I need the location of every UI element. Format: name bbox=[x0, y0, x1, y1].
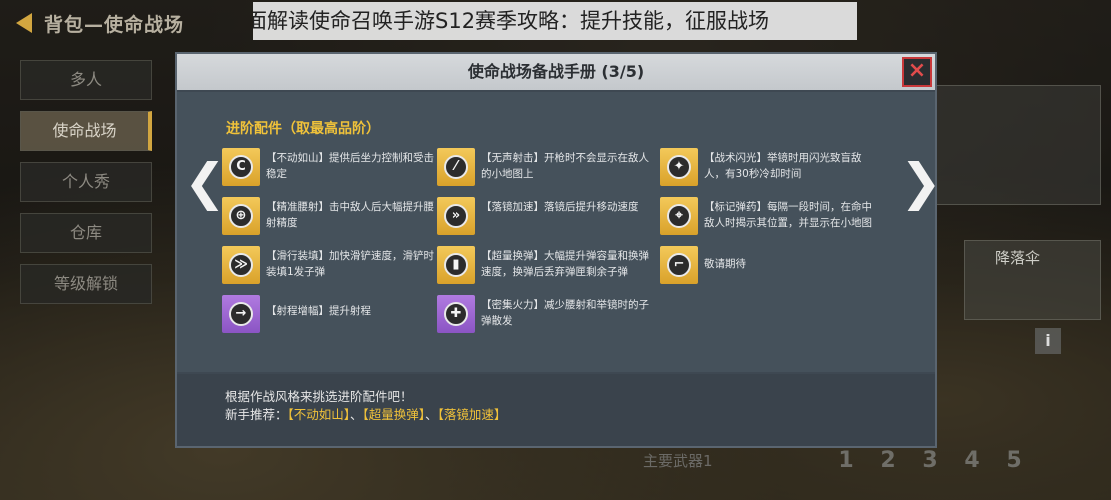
flash-icon: ✦ bbox=[660, 148, 698, 186]
headline-text: 全面解读使命召唤手游S12赛季攻略：提升技能，征服战场 bbox=[253, 9, 770, 33]
left-menu: 多人 使命战场 个人秀 仓库 等级解锁 bbox=[20, 60, 152, 315]
close-icon[interactable]: × bbox=[902, 57, 932, 87]
menu-item-battle-royale[interactable]: 使命战场 bbox=[20, 111, 152, 151]
lightning-disc-icon: C bbox=[222, 148, 260, 186]
parachute-card[interactable]: 降落伞 bbox=[964, 240, 1101, 320]
slot-label: 主要武器1 bbox=[643, 451, 713, 470]
modal-title: 使命战场备战手册 (3/5) bbox=[467, 62, 645, 81]
footer-tip: 根据作战风格来挑选进阶配件吧！ bbox=[225, 389, 413, 404]
attachment-item[interactable]: ▮ 【超量换弹】大幅提升弹容量和换弹速度，换弹后丢弃弹匣剩余子弹 bbox=[437, 246, 652, 286]
parachute-label: 降落伞 bbox=[995, 249, 1041, 267]
attachment-item[interactable]: C 【不动如山】提供后坐力控制和受击稳定 bbox=[222, 148, 437, 188]
menu-item-profile[interactable]: 个人秀 bbox=[20, 162, 152, 202]
rec-2: 【超量换弹】 bbox=[362, 407, 426, 422]
rec-1: 【不动如山】 bbox=[287, 407, 351, 422]
back-button[interactable]: 背包—使命战场 bbox=[14, 8, 184, 38]
attachment-item[interactable]: » 【落镜加速】落镜后提升移动速度 bbox=[437, 197, 652, 237]
rec-3: 【落镜加速】 bbox=[437, 407, 507, 422]
silencer-icon: ⁄ bbox=[437, 148, 475, 186]
dense-fire-icon: ✚ bbox=[437, 295, 475, 333]
speed-icon: » bbox=[437, 197, 475, 235]
next-page-icon[interactable]: ❯ bbox=[900, 156, 942, 216]
attachment-text: 【落镜加速】落镜后提升移动速度 bbox=[481, 201, 639, 213]
attachment-text: 【战术闪光】举镜时用闪光致盲敌人，有30秒冷却时间 bbox=[704, 152, 862, 180]
sep-2: 、 bbox=[425, 407, 438, 422]
prev-page-icon[interactable]: ❮ bbox=[184, 156, 226, 216]
attachment-text: 【无声射击】开枪时不会显示在敌人的小地图上 bbox=[481, 152, 649, 180]
attachment-text: 【射程增幅】提升射程 bbox=[266, 305, 371, 317]
crosshair-icon: ⊕ bbox=[222, 197, 260, 235]
marker-ammo-icon: ⌖ bbox=[660, 197, 698, 235]
attachment-text: 【滑行装填】加快滑铲速度，滑铲时装填1发子弹 bbox=[266, 250, 434, 278]
attachment-text: 【精准腰射】击中敌人后大幅提升腰射精度 bbox=[266, 201, 434, 229]
attachment-text: 【标记弹药】每隔一段时间，在命中敌人时揭示其位置，并显示在小地图 bbox=[704, 201, 872, 229]
attachment-item[interactable]: → 【射程增幅】提升射程 bbox=[222, 295, 437, 335]
slot-3[interactable]: 3 bbox=[909, 448, 951, 473]
attachment-item[interactable]: ✦ 【战术闪光】举镜时用闪光致盲敌人，有30秒冷却时间 bbox=[660, 148, 875, 188]
attachment-item[interactable]: ≫ 【滑行装填】加快滑铲速度，滑铲时装填1发子弹 bbox=[222, 246, 437, 286]
sep-1: 、 bbox=[350, 407, 363, 422]
range-icon: → bbox=[222, 295, 260, 333]
attachment-text: 敬请期待 bbox=[704, 258, 746, 270]
right-panel: 降落伞 i bbox=[936, 60, 1111, 500]
attachment-item[interactable]: ⁄ 【无声射击】开枪时不会显示在敌人的小地图上 bbox=[437, 148, 652, 188]
attachment-item[interactable]: ⌐ 敬请期待 bbox=[660, 246, 875, 286]
footer-prefix: 新手推荐： bbox=[225, 407, 288, 422]
footer-recommend: 新手推荐：【不动如山】、【超量换弹】、【落镜加速】 bbox=[225, 406, 935, 424]
slide-icon: ≫ bbox=[222, 246, 260, 284]
modal-header: 使命战场备战手册 (3/5) × bbox=[177, 54, 935, 90]
info-button[interactable]: i bbox=[1035, 328, 1061, 354]
gun-icon: ⌐ bbox=[660, 246, 698, 284]
attachment-item[interactable]: ✚ 【密集火力】减少腰射和举镜时的子弹散发 bbox=[437, 295, 652, 335]
attachment-item[interactable]: ⊕ 【精准腰射】击中敌人后大幅提升腰射精度 bbox=[222, 197, 437, 237]
section-title: 进阶配件（取最高品阶） bbox=[226, 121, 380, 137]
article-headline: 全面解读使命召唤手游S12赛季攻略：提升技能，征服战场 bbox=[253, 2, 857, 40]
back-arrow-icon bbox=[14, 10, 36, 36]
menu-item-warehouse[interactable]: 仓库 bbox=[20, 213, 152, 253]
slot-1[interactable]: 1 bbox=[825, 448, 867, 473]
attachment-item[interactable]: ⌖ 【标记弹药】每隔一段时间，在命中敌人时揭示其位置，并显示在小地图 bbox=[660, 197, 875, 237]
slot-2[interactable]: 2 bbox=[867, 448, 909, 473]
page-title: 背包—使命战场 bbox=[44, 13, 185, 36]
slot-5[interactable]: 5 bbox=[993, 448, 1035, 473]
attachment-text: 【不动如山】提供后坐力控制和受击稳定 bbox=[266, 152, 434, 180]
slot-4[interactable]: 4 bbox=[951, 448, 993, 473]
magazine-icon: ▮ bbox=[437, 246, 475, 284]
modal-footer: 根据作战风格来挑选进阶配件吧！ 新手推荐：【不动如山】、【超量换弹】、【落镜加速… bbox=[177, 374, 935, 446]
attachment-text: 【超量换弹】大幅提升弹容量和换弹速度，换弹后丢弃弹匣剩余子弹 bbox=[481, 250, 649, 278]
attachment-text: 【密集火力】减少腰射和举镜时的子弹散发 bbox=[481, 299, 649, 327]
menu-item-multiplayer[interactable]: 多人 bbox=[20, 60, 152, 100]
menu-item-level-unlock[interactable]: 等级解锁 bbox=[20, 264, 152, 304]
weapon-card[interactable] bbox=[936, 85, 1101, 205]
